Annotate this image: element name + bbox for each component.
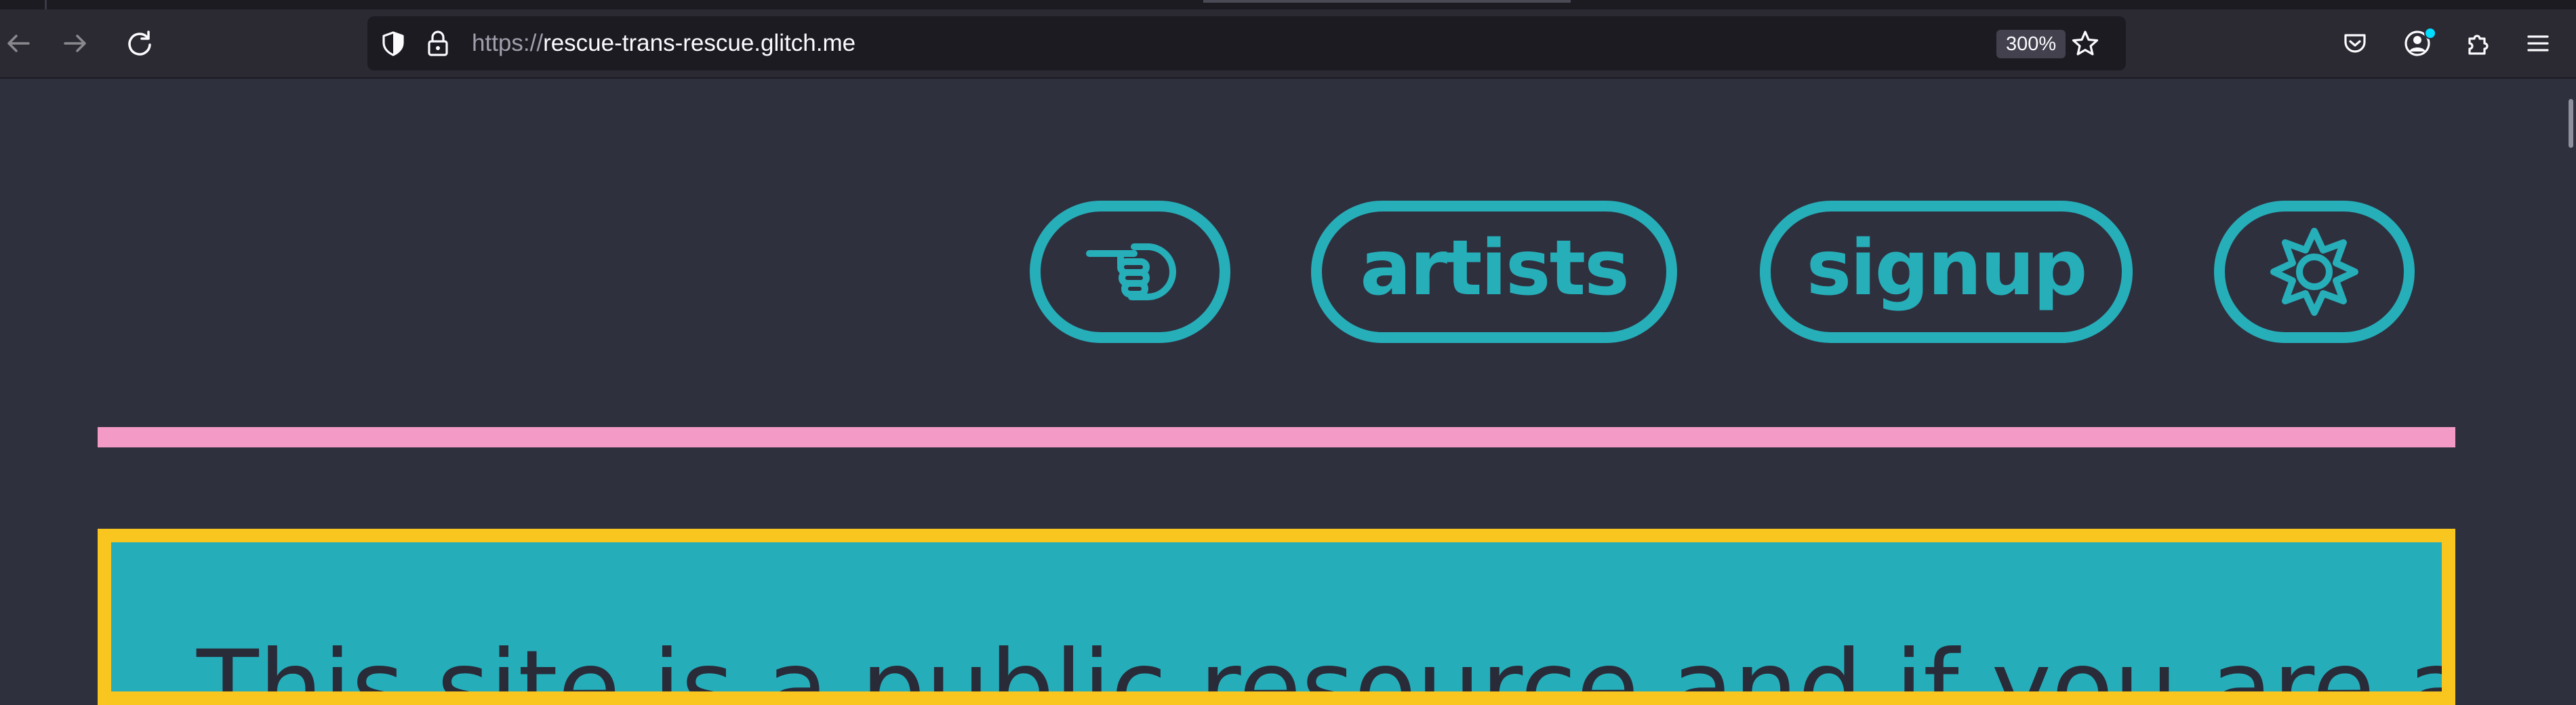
extensions-button[interactable] <box>2461 9 2496 77</box>
reload-button[interactable] <box>121 9 159 77</box>
menu-button[interactable] <box>2520 9 2556 77</box>
tab-strip <box>0 0 2576 9</box>
tab-separator <box>45 0 47 9</box>
pink-divider <box>98 427 2455 447</box>
lock-icon <box>428 31 448 56</box>
hero-box: This site is a public resource and if yo… <box>98 529 2455 705</box>
shield-icon <box>382 31 404 56</box>
notification-dot <box>2424 27 2436 39</box>
nav-artists-label: artists <box>1360 224 1630 313</box>
zoom-level-badge[interactable]: 300% <box>1996 30 2066 58</box>
nav-settings-button[interactable] <box>2214 201 2415 343</box>
back-button[interactable] <box>0 9 35 77</box>
pointing-hand-icon <box>1086 243 1176 300</box>
bookmark-star-icon[interactable] <box>2071 29 2099 58</box>
pocket-button[interactable] <box>2337 9 2373 77</box>
page-scrollbar-thumb[interactable] <box>2569 99 2573 148</box>
pocket-icon <box>2344 34 2366 53</box>
nav-pointing-hand-button[interactable] <box>1030 201 1230 343</box>
url-text[interactable]: https://rescue-trans-rescue.glitch.me <box>472 16 856 70</box>
reload-icon <box>128 31 151 56</box>
gear-icon <box>2270 228 2358 316</box>
url-host: rescue-trans-rescue.glitch.me <box>543 30 856 56</box>
forward-button[interactable] <box>58 9 94 77</box>
browser-toolbar: https://rescue-trans-rescue.glitch.me 30… <box>0 9 2576 79</box>
url-protocol: https:// <box>472 30 544 56</box>
hamburger-menu-icon <box>2527 35 2549 52</box>
url-bar[interactable]: https://rescue-trans-rescue.glitch.me 30… <box>367 16 2126 70</box>
nav-artists-button[interactable]: artists <box>1311 201 1677 343</box>
arrow-left-icon <box>7 35 30 52</box>
nav-signup-button[interactable]: signup <box>1760 201 2133 343</box>
active-tab-indicator[interactable] <box>1203 0 1571 3</box>
nav-signup-label: signup <box>1806 224 2088 313</box>
hero-text: This site is a public resource and if yo… <box>197 629 2442 705</box>
puzzle-piece-icon <box>2468 35 2489 55</box>
account-button[interactable] <box>2400 9 2436 77</box>
arrow-right-icon <box>64 35 86 52</box>
